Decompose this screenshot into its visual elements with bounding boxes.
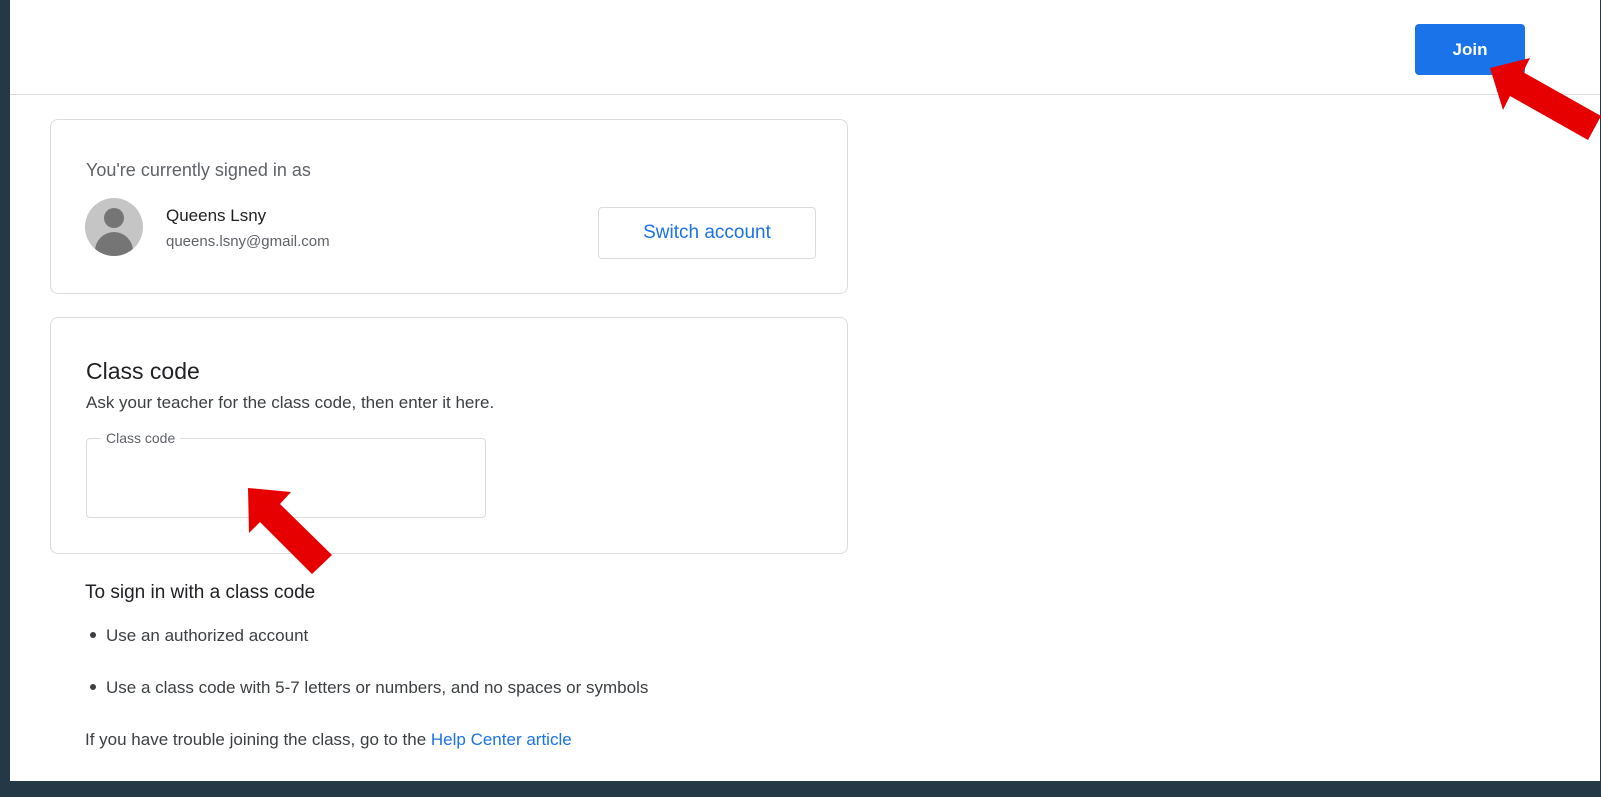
join-button[interactable]: Join <box>1415 24 1525 75</box>
class-code-field[interactable]: Class code <box>86 430 486 518</box>
help-center-link[interactable]: Help Center article <box>431 730 572 749</box>
top-bar: Join <box>10 0 1600 95</box>
instructions-title: To sign in with a class code <box>85 582 316 603</box>
help-line: If you have trouble joining the class, g… <box>85 730 572 750</box>
instruction-text: Use an authorized account <box>106 626 309 645</box>
user-name: Queens Lsny <box>166 206 267 225</box>
bullet-dot-icon <box>90 631 96 638</box>
instruction-item: Use a class code with 5-7 letters or num… <box>90 678 648 698</box>
class-code-description: Ask your teacher for the class code, the… <box>86 393 495 412</box>
instruction-text: Use a class code with 5-7 letters or num… <box>106 678 649 697</box>
avatar-head-shape <box>104 208 124 228</box>
account-card: You're currently signed in as Queens Lsn… <box>50 119 848 294</box>
instruction-item: Use an authorized account <box>90 626 308 646</box>
class-code-card: Class code Ask your teacher for the clas… <box>50 317 848 554</box>
avatar-icon <box>85 198 143 256</box>
avatar-shoulders-shape <box>95 232 133 256</box>
help-prefix: If you have trouble joining the class, g… <box>85 730 431 749</box>
class-code-title: Class code <box>86 358 200 384</box>
switch-account-button[interactable]: Switch account <box>598 207 816 259</box>
signed-in-label: You're currently signed in as <box>86 160 311 180</box>
bullet-dot-icon <box>90 683 96 690</box>
class-code-field-label: Class code <box>101 430 181 446</box>
class-code-input[interactable] <box>103 463 467 501</box>
join-class-page: Join You're currently signed in as Queen… <box>10 0 1600 781</box>
user-email: queens.lsny@gmail.com <box>166 233 330 250</box>
